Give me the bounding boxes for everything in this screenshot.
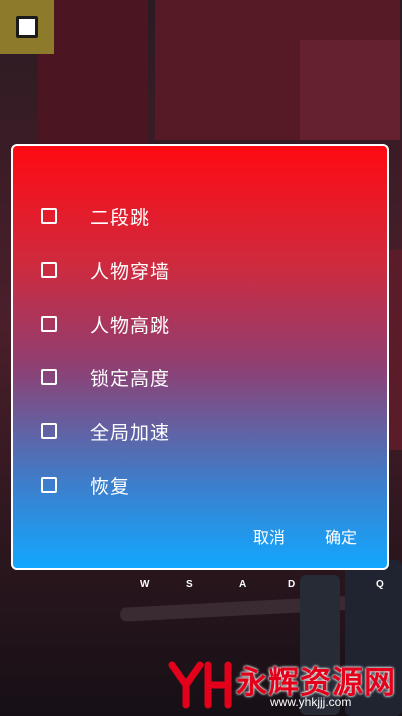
option-label: 锁定高度 [90, 367, 171, 390]
option-double-jump[interactable]: 二段跳 [41, 200, 341, 232]
watermark: 永辉资源网 www.yhkjjj.com [168, 655, 402, 716]
checkbox[interactable] [41, 423, 57, 439]
watermark-url: www.yhkjjj.com [270, 695, 352, 709]
checkbox[interactable] [41, 477, 57, 493]
checkbox[interactable] [41, 262, 57, 278]
checkbox[interactable] [41, 369, 57, 385]
confirm-button[interactable]: 确定 [325, 524, 357, 548]
checkbox[interactable] [41, 316, 57, 332]
option-label: 二段跳 [90, 206, 151, 229]
key-w: W [140, 579, 150, 590]
option-label: 全局加速 [90, 421, 171, 444]
option-wall-pass[interactable]: 人物穿墙 [41, 254, 341, 286]
stop-square-icon [16, 16, 38, 38]
cancel-button[interactable]: 取消 [253, 524, 285, 548]
checkbox[interactable] [41, 208, 57, 224]
key-d: D [288, 579, 296, 590]
option-lock-height[interactable]: 锁定高度 [41, 361, 341, 393]
option-global-speed[interactable]: 全局加速 [41, 415, 341, 447]
option-restore[interactable]: 恢复 [41, 469, 341, 501]
key-q: Q [376, 579, 384, 590]
option-label: 恢复 [90, 475, 131, 498]
option-label: 人物穿墙 [90, 260, 171, 283]
dialog-actions: 取消 确定 [253, 524, 357, 548]
option-label: 人物高跳 [90, 314, 171, 337]
cheat-options-dialog: 二段跳 人物穿墙 人物高跳 锁定高度 全局加速 恢复 取消 确定 [11, 144, 389, 570]
yh-logo-icon [168, 661, 232, 709]
option-high-jump[interactable]: 人物高跳 [41, 308, 341, 340]
menu-toggle-button[interactable] [0, 0, 54, 54]
key-a: A [239, 579, 247, 590]
key-s: S [186, 579, 193, 590]
